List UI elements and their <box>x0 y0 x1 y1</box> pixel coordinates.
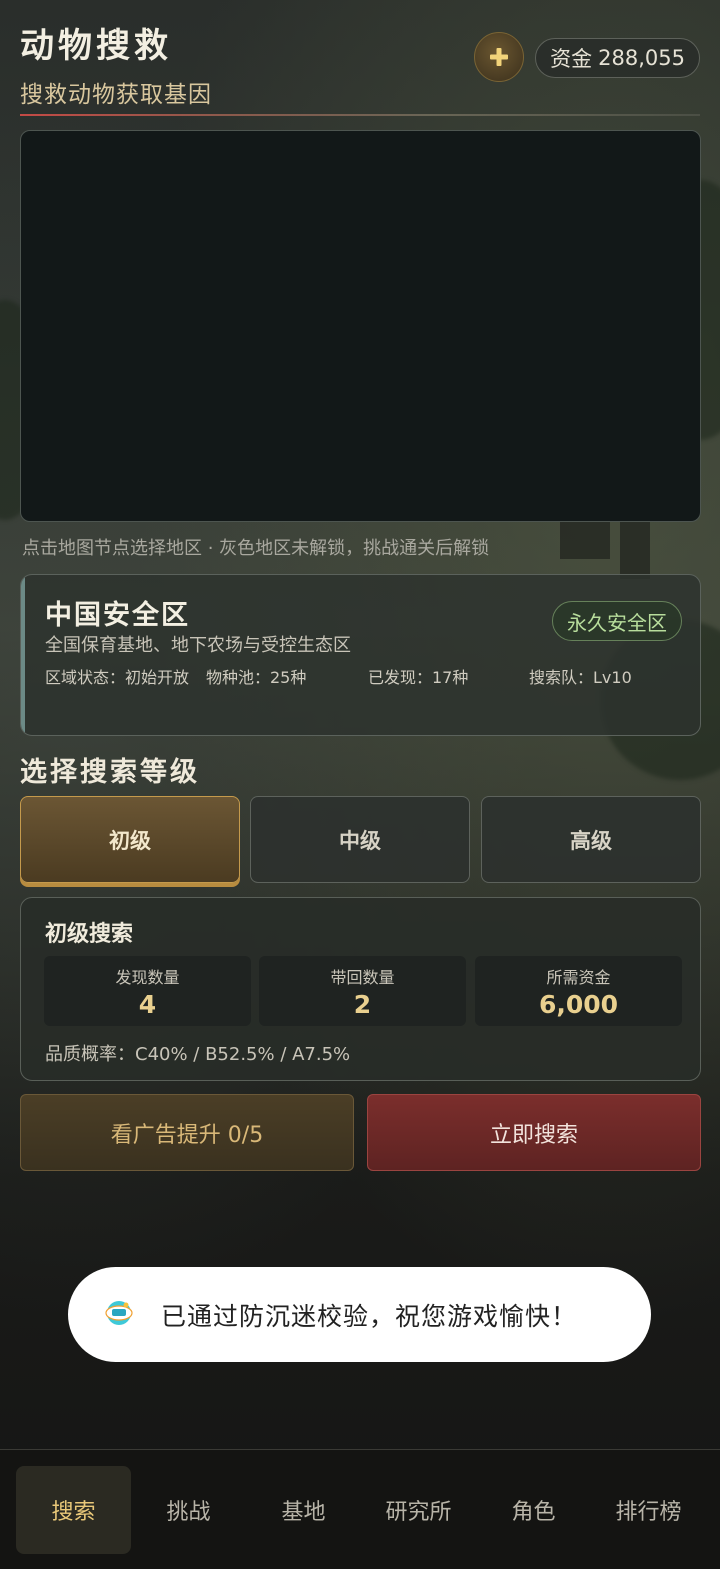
metric-discover-count: 发现数量 4 <box>44 956 251 1026</box>
metric-label: 发现数量 <box>115 968 180 987</box>
tab-search[interactable]: 搜索 <box>16 1466 131 1554</box>
region-stat-search-team: 搜索队：Lv10 <box>529 668 632 687</box>
bottom-tab-bar: 搜索 挑战 基地 研究所 角色 排行榜 <box>0 1449 720 1569</box>
page-header: 动物搜救 搜救动物获取基因 资金 288,055 <box>20 18 700 118</box>
level-button-advanced[interactable]: 高级 <box>481 796 701 883</box>
funds-label: 资金 <box>550 47 593 71</box>
tab-challenge[interactable]: 挑战 <box>131 1466 246 1554</box>
funds-value: 288,055 <box>598 46 685 70</box>
toast-notification: 已通过防沉迷校验，祝您游戏愉快！ <box>68 1267 651 1362</box>
header-divider <box>20 114 700 116</box>
level-button-intermediate[interactable]: 中级 <box>250 796 470 883</box>
level-select-title: 选择搜索等级 <box>20 757 200 788</box>
card-accent-bar <box>21 575 25 735</box>
quality-probability: 品质概率：C40% / B52.5% / A7.5% <box>45 1044 351 1065</box>
safe-zone-badge: 永久安全区 <box>552 601 682 641</box>
toast-text: 已通过防沉迷校验，祝您游戏愉快！ <box>161 1301 578 1331</box>
region-stat-discovered: 已发现：17种 <box>368 668 469 687</box>
tab-research-institute[interactable]: 研究所 <box>361 1466 476 1554</box>
search-now-button[interactable]: 立即搜索 <box>367 1094 701 1171</box>
level-button-basic[interactable]: 初级 <box>20 796 240 883</box>
add-funds-button[interactable] <box>474 32 524 82</box>
search-detail-card: 初级搜索 发现数量 4 带回数量 2 所需资金 6,000 品质概率：C40% … <box>20 897 701 1081</box>
metric-value: 2 <box>353 990 372 1019</box>
region-description: 全国保育基地、地下农场与受控生态区 <box>45 635 351 656</box>
metric-label: 所需资金 <box>546 968 611 987</box>
search-detail-title: 初级搜索 <box>45 922 134 947</box>
metric-required-funds: 所需资金 6,000 <box>475 956 682 1026</box>
tab-base[interactable]: 基地 <box>246 1466 361 1554</box>
map-hint: 点击地图节点选择地区 · 灰色地区未解锁，挑战通关后解锁 <box>22 538 490 559</box>
region-stat-species-pool: 物种池：25种 <box>206 668 307 687</box>
plus-icon <box>490 48 508 66</box>
region-info-card: 中国安全区 全国保育基地、地下农场与受控生态区 永久安全区 区域状态：初始开放 … <box>20 574 701 736</box>
metric-value: 4 <box>138 990 157 1019</box>
page-subtitle: 搜救动物获取基因 <box>20 82 212 108</box>
funds-display: 资金 288,055 <box>535 38 700 78</box>
tab-leaderboard[interactable]: 排行榜 <box>591 1466 706 1554</box>
region-name: 中国安全区 <box>45 600 190 631</box>
watch-ad-boost-button[interactable]: 看广告提升 0/5 <box>20 1094 354 1171</box>
metric-return-count: 带回数量 2 <box>259 956 466 1026</box>
region-map[interactable] <box>20 130 701 522</box>
tab-character[interactable]: 角色 <box>476 1466 591 1554</box>
region-stat-status: 区域状态：初始开放 <box>45 668 190 687</box>
metric-label: 带回数量 <box>330 968 395 987</box>
metric-value: 6,000 <box>538 990 619 1019</box>
taptap-logo-icon <box>105 1301 133 1325</box>
